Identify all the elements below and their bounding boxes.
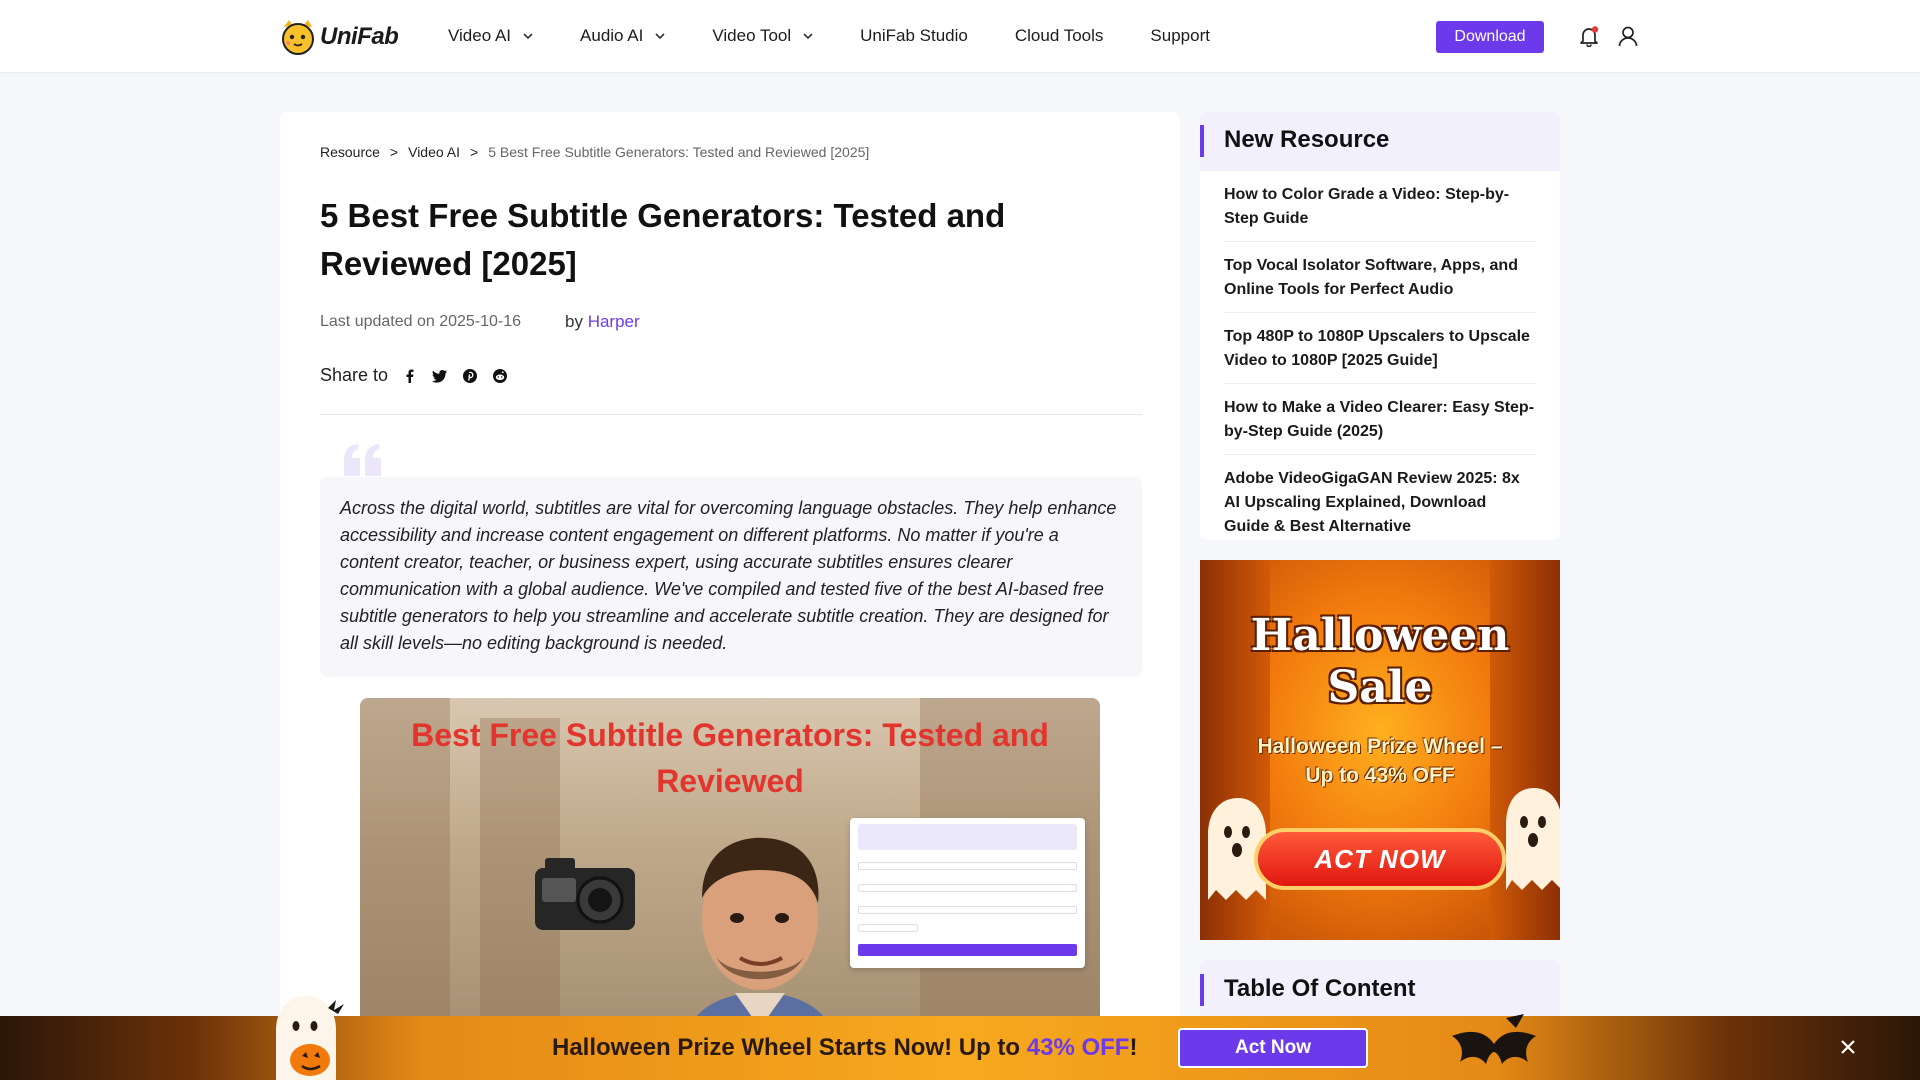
chevron-down-icon xyxy=(803,33,813,40)
promo-subtitle-line: Halloween Prize Wheel – xyxy=(1257,735,1503,758)
nav-unifab-studio[interactable]: UniFab Studio xyxy=(860,26,968,46)
last-updated: Last updated on 2025-10-16 xyxy=(320,313,522,330)
resource-link[interactable]: How to Make a Video Clearer: Easy Step-b… xyxy=(1224,384,1536,455)
panel-header xyxy=(858,824,1077,850)
byline: by Harper xyxy=(565,312,640,332)
accent-bar xyxy=(1200,974,1204,1006)
breadcrumb-current: 5 Best Free Subtitle Generators: Tested … xyxy=(488,144,870,160)
intro-quote: Across the digital world, subtitles are … xyxy=(320,477,1142,677)
promo-title: Halloween Sale xyxy=(1200,610,1560,714)
nav-label: Video AI xyxy=(448,26,512,45)
hero-title-line: Best Free Subtitle Generators: Tested an… xyxy=(411,717,1049,753)
ghost-pumpkin-icon xyxy=(276,996,344,1080)
bat-icon xyxy=(1452,1014,1536,1064)
nav-cloud-tools[interactable]: Cloud Tools xyxy=(1015,26,1104,46)
pinterest-icon[interactable] xyxy=(462,368,478,384)
promo-title-line: Sale xyxy=(1327,662,1433,713)
panel-button xyxy=(858,944,1077,956)
banner-text-end: ! xyxy=(1129,1034,1138,1061)
divider xyxy=(320,414,1142,415)
panel-field xyxy=(858,862,1077,870)
breadcrumb-resource[interactable]: Resource xyxy=(320,144,380,160)
by-label: by xyxy=(565,312,583,331)
nav-label: Support xyxy=(1150,26,1210,45)
resource-link[interactable]: Top Vocal Isolator Software, Apps, and O… xyxy=(1224,242,1536,313)
main-nav: Video AI Audio AI Video Tool UniFab Stud… xyxy=(448,24,1257,48)
nav-label: Video Tool xyxy=(712,26,792,45)
nav-video-ai[interactable]: Video AI xyxy=(448,26,533,46)
new-resource-header: New Resource xyxy=(1200,112,1560,171)
toc-header: Table Of Content xyxy=(1200,960,1560,1019)
logo-text: UniFab xyxy=(320,23,399,50)
close-icon[interactable] xyxy=(1838,1037,1858,1057)
nav-support[interactable]: Support xyxy=(1150,26,1210,46)
share-bar: Share to xyxy=(320,365,508,386)
author-link[interactable]: Harper xyxy=(588,312,640,331)
nav-video-tool[interactable]: Video Tool xyxy=(712,26,813,46)
nav-label: UniFab Studio xyxy=(860,26,968,45)
resource-link[interactable]: Top 480P to 1080P Upscalers to Upscale V… xyxy=(1224,313,1536,384)
unifab-logo-icon xyxy=(282,20,314,55)
banner-text-main: Halloween Prize Wheel Starts Now! Up to xyxy=(552,1034,1027,1061)
hero-title: Best Free Subtitle Generators: Tested an… xyxy=(360,712,1100,804)
banner-act-now-button[interactable]: Act Now xyxy=(1178,1028,1368,1068)
resource-link[interactable]: How to Color Grade a Video: Step-by-Step… xyxy=(1224,171,1536,242)
new-resource-title: New Resource xyxy=(1224,126,1390,153)
article-card: Resource > Video AI > 5 Best Free Subtit… xyxy=(280,112,1180,1080)
facebook-icon[interactable] xyxy=(402,368,418,384)
bell-icon[interactable] xyxy=(1578,25,1600,47)
breadcrumb-separator: > xyxy=(470,144,479,160)
resource-link[interactable]: Adobe VideoGigaGAN Review 2025: 8x AI Up… xyxy=(1224,455,1536,540)
quote-mark-icon xyxy=(344,444,381,476)
twitter-icon[interactable] xyxy=(432,368,448,384)
ghost-icon xyxy=(1506,788,1560,890)
breadcrumb-video-ai[interactable]: Video AI xyxy=(408,144,460,160)
camera-icon xyxy=(535,858,635,930)
chevron-down-icon xyxy=(655,33,665,40)
panel-field xyxy=(858,884,1077,892)
accent-bar xyxy=(1200,125,1204,157)
banner-discount: 43% OFF xyxy=(1026,1034,1130,1061)
nav-audio-ai[interactable]: Audio AI xyxy=(580,26,665,46)
chevron-down-icon xyxy=(523,33,533,40)
breadcrumb: Resource > Video AI > 5 Best Free Subtit… xyxy=(320,144,869,160)
resource-list: How to Color Grade a Video: Step-by-Step… xyxy=(1200,171,1560,540)
share-label: Share to xyxy=(320,365,389,385)
breadcrumb-separator: > xyxy=(389,144,399,160)
page-title: 5 Best Free Subtitle Generators: Tested … xyxy=(320,197,1006,282)
banner-text: Halloween Prize Wheel Starts Now! Up to … xyxy=(552,1034,1137,1062)
nav-label: Audio AI xyxy=(580,26,644,45)
unifab-logo[interactable]: UniFab xyxy=(279,18,399,56)
halloween-promo-ad[interactable]: Halloween Sale Halloween Prize Wheel – U… xyxy=(1200,560,1560,940)
reddit-icon[interactable] xyxy=(492,368,508,384)
app-screenshot-panel xyxy=(850,818,1085,968)
user-icon[interactable] xyxy=(1617,25,1639,47)
toc-title: Table Of Content xyxy=(1224,975,1416,1002)
panel-field xyxy=(858,906,1077,914)
promo-title-line: Halloween xyxy=(1250,610,1510,661)
hero-title-line: Reviewed xyxy=(656,763,804,799)
panel-toggle xyxy=(858,924,918,932)
nav-label: Cloud Tools xyxy=(1014,26,1104,45)
act-now-button[interactable]: ACT NOW xyxy=(1254,828,1506,890)
top-navigation-bar: UniFab Video AI Audio AI Video Tool UniF… xyxy=(0,0,1920,73)
download-button[interactable]: Download xyxy=(1436,21,1544,53)
new-resource-panel: New Resource How to Color Grade a Video:… xyxy=(1200,112,1560,540)
